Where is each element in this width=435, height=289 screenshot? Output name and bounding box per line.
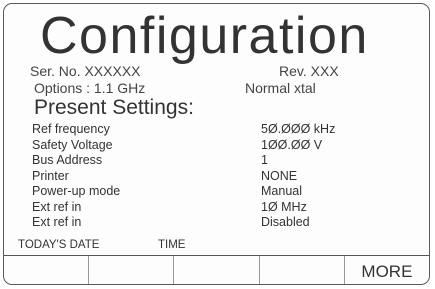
softkey-1[interactable]: [4, 256, 88, 284]
setting-row-ref-frequency: Ref frequency 5Ø.ØØØ kHz: [32, 122, 372, 138]
page-title: Configuration: [40, 7, 369, 65]
present-settings-heading: Present Settings:: [34, 96, 194, 119]
settings-list: Ref frequency 5Ø.ØØØ kHz Safety Voltage …: [32, 122, 372, 231]
setting-row-ext-ref-in: Ext ref in 1Ø MHz: [32, 200, 372, 216]
serial-number: Ser. No. XXXXXX: [30, 63, 141, 79]
setting-value: Manual: [261, 184, 302, 198]
setting-row-safety-voltage: Safety Voltage 1ØØ.ØØ V: [32, 138, 372, 154]
softkey-bar: MORE: [4, 255, 429, 284]
setting-label: Bus Address: [32, 153, 103, 167]
softkey-2[interactable]: [88, 256, 173, 284]
setting-row-power-up-mode: Power-up mode Manual: [32, 184, 372, 200]
setting-label: Printer: [32, 168, 69, 183]
setting-value: Disabled: [261, 215, 310, 229]
setting-value: 1: [261, 153, 268, 167]
options-info: Options : 1.1 GHz: [34, 80, 146, 96]
setting-label: Safety Voltage: [32, 137, 113, 152]
setting-value: 1Ø MHz: [261, 199, 307, 214]
more-softkey[interactable]: MORE: [343, 256, 429, 284]
softkey-3[interactable]: [173, 256, 258, 284]
time-label: TIME: [158, 239, 186, 251]
options-mode: Normal xtal: [245, 80, 316, 96]
setting-label: Ref frequency: [32, 122, 110, 136]
todays-date-label: TODAY'S DATE: [18, 239, 100, 251]
softkey-4[interactable]: [258, 256, 344, 284]
setting-label: Power-up mode: [32, 184, 121, 198]
date-time-bar: TODAY'S DATE TIME: [4, 237, 429, 253]
setting-value: NONE: [261, 168, 298, 183]
setting-row-bus-address: Bus Address 1: [32, 153, 372, 169]
revision-number: Rev. XXX: [279, 63, 339, 79]
setting-row-printer: Printer NONE: [32, 169, 372, 185]
setting-label: Ext ref in: [32, 199, 82, 214]
setting-value: 5Ø.ØØØ kHz: [261, 122, 336, 136]
instrument-display: Configuration Ser. No. XXXXXX Rev. XXX O…: [3, 3, 430, 285]
setting-label: Ext ref in: [32, 215, 82, 229]
setting-row-ext-ref-in-state: Ext ref in Disabled: [32, 215, 372, 231]
setting-value: 1ØØ.ØØ V: [261, 137, 323, 152]
